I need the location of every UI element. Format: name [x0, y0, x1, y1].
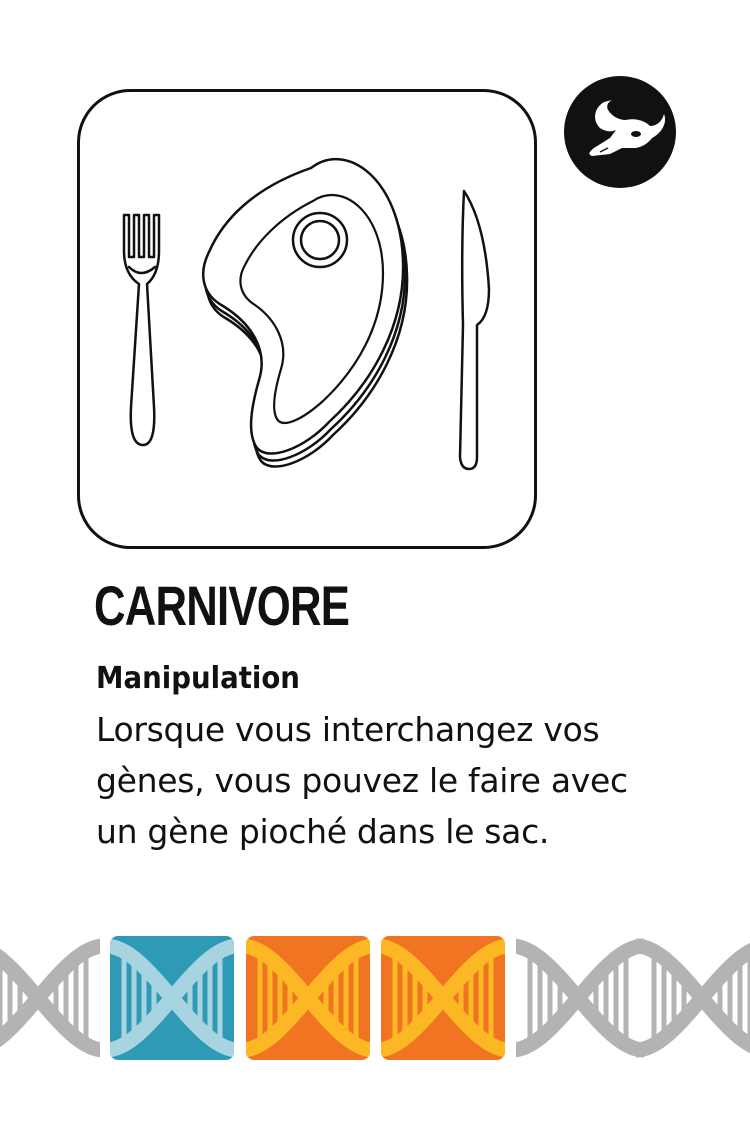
card-title: CARNIVORE: [94, 574, 350, 637]
dna-helix-left: [0, 946, 104, 1050]
gene-slot-orange: [381, 936, 505, 1060]
ability-type: Manipulation: [96, 661, 300, 696]
ability-text: Lorsque vous interchangez vos gènes, vou…: [96, 710, 628, 851]
dna-helix-right: [512, 946, 750, 1050]
dna-strip: [0, 936, 750, 1060]
gene-slot-orange: [246, 936, 370, 1060]
gene-slot-blue: [110, 936, 234, 1060]
illustration-frame: [77, 89, 537, 549]
category-badge: [564, 76, 676, 188]
